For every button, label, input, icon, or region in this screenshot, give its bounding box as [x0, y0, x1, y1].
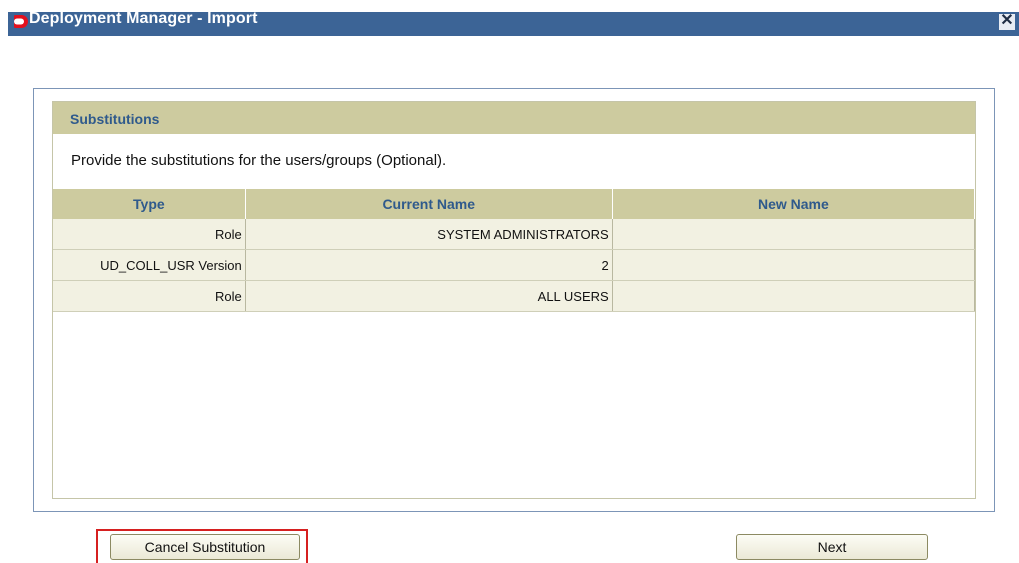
new-name-cell[interactable] — [612, 219, 976, 250]
close-icon[interactable]: ✕ — [999, 13, 1015, 30]
current-name-cell: SYSTEM ADMINISTRATORS — [245, 219, 613, 250]
substitutions-panel: Substitutions Provide the substitutions … — [52, 101, 976, 499]
title-bar: Deployment Manager - Import ✕ — [0, 0, 1019, 36]
type-cell: UD_COLL_USR Version — [53, 249, 246, 281]
current-name-cell: 2 — [245, 249, 613, 281]
column-header-new-name: New Name — [612, 189, 976, 219]
substitutions-table: Type Current Name New Name Role SYSTEM A… — [53, 189, 976, 312]
instructions-text: Provide the substitutions for the users/… — [71, 152, 447, 169]
window-title: Deployment Manager - Import — [29, 10, 258, 27]
new-name-cell[interactable] — [612, 249, 976, 281]
highlight-box — [96, 529, 308, 563]
panel-title: Substitutions — [70, 111, 160, 127]
table-row: Role SYSTEM ADMINISTRATORS — [53, 219, 976, 250]
column-header-current-name: Current Name — [245, 189, 613, 219]
panel-header: Substitutions — [53, 102, 975, 134]
type-cell: Role — [53, 280, 246, 312]
table-row: UD_COLL_USR Version 2 — [53, 249, 976, 281]
current-name-cell: ALL USERS — [245, 280, 613, 312]
table-row: Role ALL USERS — [53, 280, 976, 312]
column-header-type: Type — [53, 189, 246, 219]
next-button[interactable]: Next — [736, 534, 928, 560]
new-name-cell[interactable] — [612, 280, 976, 312]
type-cell: Role — [53, 219, 246, 250]
oracle-logo-icon — [10, 15, 28, 28]
